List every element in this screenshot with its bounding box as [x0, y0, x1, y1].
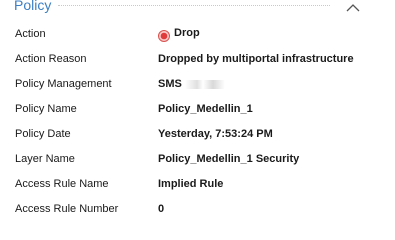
section-divider: [58, 5, 330, 6]
property-label: Policy Date: [15, 128, 71, 140]
property-value: SMS: [158, 78, 182, 90]
property-row-access-rule-number: Access Rule Number 0: [0, 202, 395, 220]
property-label: Access Rule Name: [15, 178, 109, 190]
property-value: Implied Rule: [158, 178, 224, 190]
property-row-policy-management: Policy Management SMS: [0, 77, 395, 95]
property-value: Policy_Medellin_1 Security: [158, 153, 300, 165]
property-label: Action: [15, 28, 46, 40]
property-value: Policy_Medellin_1: [158, 103, 253, 115]
property-label: Layer Name: [15, 153, 75, 165]
drop-icon: [158, 29, 170, 42]
property-row-action-reason: Action Reason Dropped by multiportal inf…: [0, 52, 395, 70]
property-row-action: Action Drop: [0, 27, 395, 45]
property-value: Drop: [174, 27, 200, 39]
section-title: Policy: [14, 0, 52, 13]
property-label: Policy Name: [15, 103, 77, 115]
property-value: 0: [158, 203, 165, 215]
property-row-policy-date: Policy Date Yesterday, 7:53:24 PM: [0, 127, 395, 145]
property-label: Access Rule Number: [15, 203, 119, 215]
property-label: Action Reason: [15, 53, 87, 65]
property-value: Dropped by multiportal infrastructure: [158, 53, 354, 65]
property-label: Policy Management: [15, 78, 112, 90]
policy-section-header[interactable]: Policy: [0, 0, 395, 14]
property-value: Yesterday, 7:53:24 PM: [158, 128, 273, 140]
chevron-up-icon[interactable]: [346, 0, 360, 12]
property-row-layer-name: Layer Name Policy_Medellin_1 Security: [0, 152, 395, 170]
redacted-text: [184, 79, 225, 89]
property-value-wrapper: SMS: [158, 77, 225, 91]
property-row-access-rule-name: Access Rule Name Implied Rule: [0, 177, 395, 195]
property-row-policy-name: Policy Name Policy_Medellin_1: [0, 102, 395, 120]
